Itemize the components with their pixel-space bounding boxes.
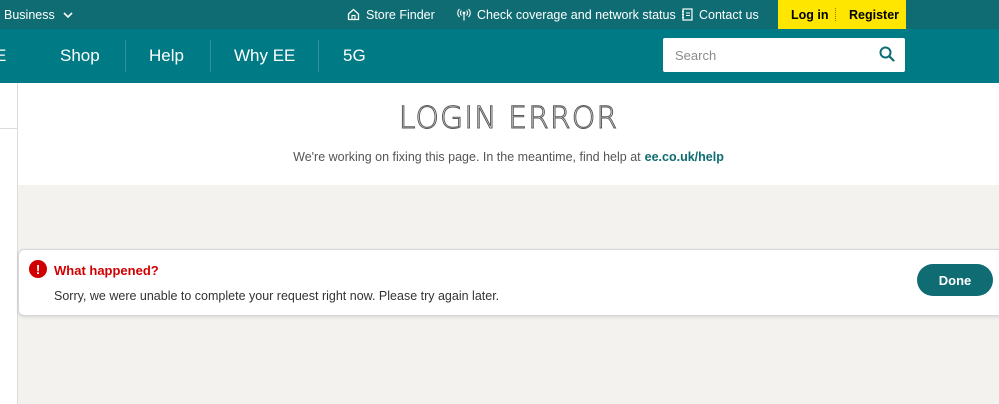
search-box bbox=[663, 38, 905, 72]
help-link[interactable]: ee.co.uk/help bbox=[645, 150, 724, 164]
alert-heading: What happened? bbox=[54, 263, 159, 278]
search-input[interactable] bbox=[673, 46, 867, 64]
brand-logo-fragment[interactable]: E bbox=[0, 29, 6, 83]
contact-label: Contact us bbox=[699, 7, 759, 22]
error-icon: ! bbox=[29, 260, 47, 278]
chevron-down-icon bbox=[63, 8, 73, 22]
page-title: LOGIN ERROR bbox=[398, 101, 619, 137]
nav-divider bbox=[125, 40, 126, 72]
hero-subtitle: We're working on fixing this page. In th… bbox=[18, 150, 999, 164]
done-button[interactable]: Done bbox=[917, 264, 993, 296]
auth-divider bbox=[835, 8, 836, 21]
left-side-panel bbox=[0, 83, 18, 404]
search-icon[interactable] bbox=[879, 46, 895, 67]
nav-item-help[interactable]: Help bbox=[149, 29, 184, 83]
nav-divider bbox=[318, 40, 319, 72]
store-icon bbox=[347, 8, 360, 21]
signal-icon bbox=[457, 8, 471, 21]
alert-message: Sorry, we were unable to complete your r… bbox=[54, 289, 500, 303]
contact-icon bbox=[681, 8, 693, 21]
nav-item-5g[interactable]: 5G bbox=[343, 29, 366, 83]
utility-bar: Business Store Finder Check coverage and… bbox=[0, 0, 999, 29]
error-alert: ! What happened? Sorry, we were unable t… bbox=[18, 249, 999, 316]
coverage-label: Check coverage and network status bbox=[477, 7, 676, 22]
business-label: Business bbox=[4, 7, 55, 22]
register-link[interactable]: Register bbox=[849, 8, 899, 22]
contact-link[interactable]: Contact us bbox=[681, 0, 759, 29]
panel-divider bbox=[0, 128, 17, 129]
hero-subtitle-text: We're working on fixing this page. In th… bbox=[293, 150, 641, 164]
business-menu[interactable]: Business bbox=[4, 0, 73, 29]
login-link[interactable]: Log in bbox=[791, 8, 829, 22]
nav-divider bbox=[210, 40, 211, 72]
store-finder-link[interactable]: Store Finder bbox=[347, 0, 435, 29]
error-hero: LOGIN ERROR We're working on fixing this… bbox=[18, 83, 999, 185]
nav-item-shop[interactable]: Shop bbox=[60, 29, 100, 83]
auth-area: Log in Register bbox=[778, 0, 906, 29]
nav-item-why-ee[interactable]: Why EE bbox=[234, 29, 295, 83]
store-finder-label: Store Finder bbox=[366, 7, 435, 22]
coverage-link[interactable]: Check coverage and network status bbox=[457, 0, 676, 29]
